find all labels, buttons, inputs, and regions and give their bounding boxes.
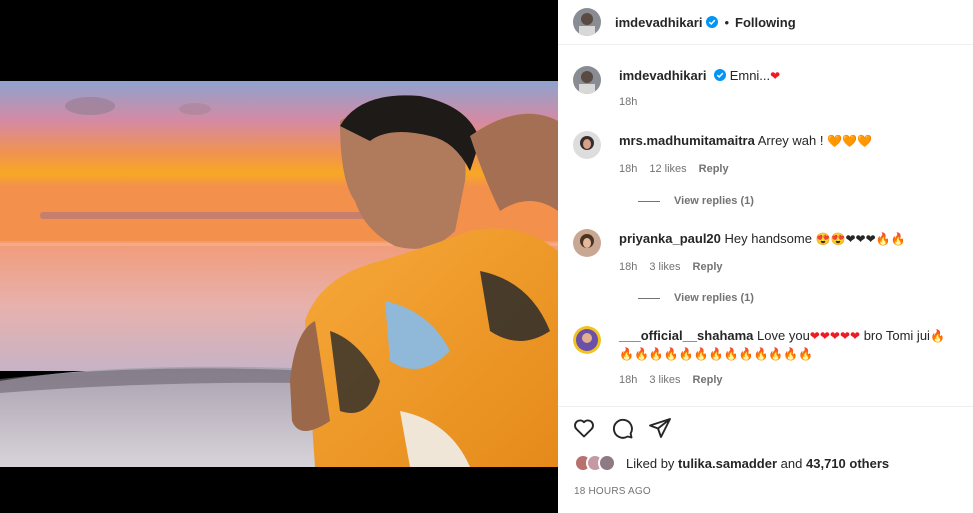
author-avatar[interactable]	[573, 8, 601, 36]
comment-emoji: ❤❤❤❤❤	[809, 329, 861, 343]
caption-body: Emni...	[729, 68, 771, 83]
post-actions	[572, 416, 672, 440]
replies-line	[638, 297, 660, 299]
post-header: imdevadhikari • Following	[558, 0, 973, 45]
reply-button[interactable]: Reply	[693, 374, 723, 386]
comments-list[interactable]: imdevadhikari Emni...❤ 18h mrs.madhumita…	[558, 46, 973, 406]
comment-time[interactable]: 18h	[619, 163, 637, 175]
commenter-avatar[interactable]	[573, 229, 601, 257]
comment-text: ___official__shahama Love you❤❤❤❤❤ bro T…	[619, 327, 967, 363]
post-media[interactable]	[0, 0, 558, 513]
author-username[interactable]: imdevadhikari	[615, 15, 702, 30]
view-replies-label: View replies (1)	[674, 195, 754, 207]
comment-username[interactable]: mrs.madhumitamaitra	[619, 133, 755, 148]
comment-body-2: bro Tomi jui	[863, 328, 930, 343]
comment-body: Love you	[757, 328, 810, 343]
comment-meta: 18h 12 likes Reply	[619, 163, 729, 175]
comment-text: priyanka_paul20 Hey handsome 😍😍❤❤❤🔥🔥	[619, 230, 967, 248]
verified-badge-icon	[706, 16, 719, 28]
likes-count[interactable]: 43,710 others	[806, 456, 889, 471]
caption-text: imdevadhikari Emni...❤	[619, 67, 967, 85]
comment-meta: 18h 3 likes Reply	[619, 374, 723, 386]
post-timestamp[interactable]: 18 HOURS AGO	[574, 486, 651, 497]
caption-emoji: ❤	[770, 69, 781, 83]
caption-avatar[interactable]	[573, 66, 601, 94]
comment-likes[interactable]: 3 likes	[649, 374, 680, 386]
comment-icon[interactable]	[610, 416, 634, 440]
caption-username[interactable]: imdevadhikari	[619, 68, 706, 83]
liked-by-prefix: Liked by	[626, 455, 675, 471]
comment-emoji-3: 🔥🔥🔥🔥🔥🔥🔥🔥🔥🔥🔥🔥🔥	[619, 347, 814, 361]
liker-avatars	[574, 454, 616, 472]
comment-time[interactable]: 18h	[619, 261, 637, 273]
comment-likes[interactable]: 3 likes	[649, 261, 680, 273]
caption-meta: 18h	[619, 96, 637, 108]
comment-likes[interactable]: 12 likes	[649, 163, 686, 175]
post-photo[interactable]	[0, 81, 558, 467]
likes-summary[interactable]: Liked by tulika.samadder and 43,710 othe…	[574, 454, 889, 472]
comment-meta: 18h 3 likes Reply	[619, 261, 723, 273]
comment-emoji-2: 🔥	[929, 329, 945, 343]
commenter-avatar[interactable]	[573, 326, 601, 354]
heart-icon[interactable]	[572, 416, 596, 440]
verified-badge-icon	[714, 69, 727, 81]
liker-avatar	[598, 454, 616, 472]
comment-username[interactable]: priyanka_paul20	[619, 231, 721, 246]
comment-body: Arrey wah !	[757, 133, 824, 148]
liked-by-and: and	[780, 455, 803, 471]
comment-text: mrs.madhumitamaitra Arrey wah ! 🧡🧡🧡	[619, 132, 967, 150]
comment-time[interactable]: 18h	[619, 374, 637, 386]
commenter-avatar[interactable]	[573, 131, 601, 159]
comment-emoji: 😍😍❤❤❤🔥🔥	[815, 232, 906, 246]
liked-by-user[interactable]: tulika.samadder	[678, 456, 777, 471]
view-replies-button[interactable]: View replies (1)	[638, 292, 754, 304]
reply-button[interactable]: Reply	[699, 163, 729, 175]
comment-username[interactable]: ___official__shahama	[619, 328, 753, 343]
actions-divider	[558, 406, 973, 407]
separator-dot: •	[724, 14, 729, 30]
replies-line	[638, 200, 660, 202]
following-button[interactable]: Following	[735, 15, 796, 30]
comment-body: Hey handsome	[724, 231, 812, 246]
reply-button[interactable]: Reply	[693, 261, 723, 273]
view-replies-label: View replies (1)	[674, 292, 754, 304]
share-icon[interactable]	[648, 416, 672, 440]
post-side-panel: imdevadhikari • Following imdevadhikari …	[558, 0, 973, 513]
caption-time[interactable]: 18h	[619, 96, 637, 108]
view-replies-button[interactable]: View replies (1)	[638, 195, 754, 207]
comment-emoji: 🧡🧡🧡	[827, 134, 872, 148]
